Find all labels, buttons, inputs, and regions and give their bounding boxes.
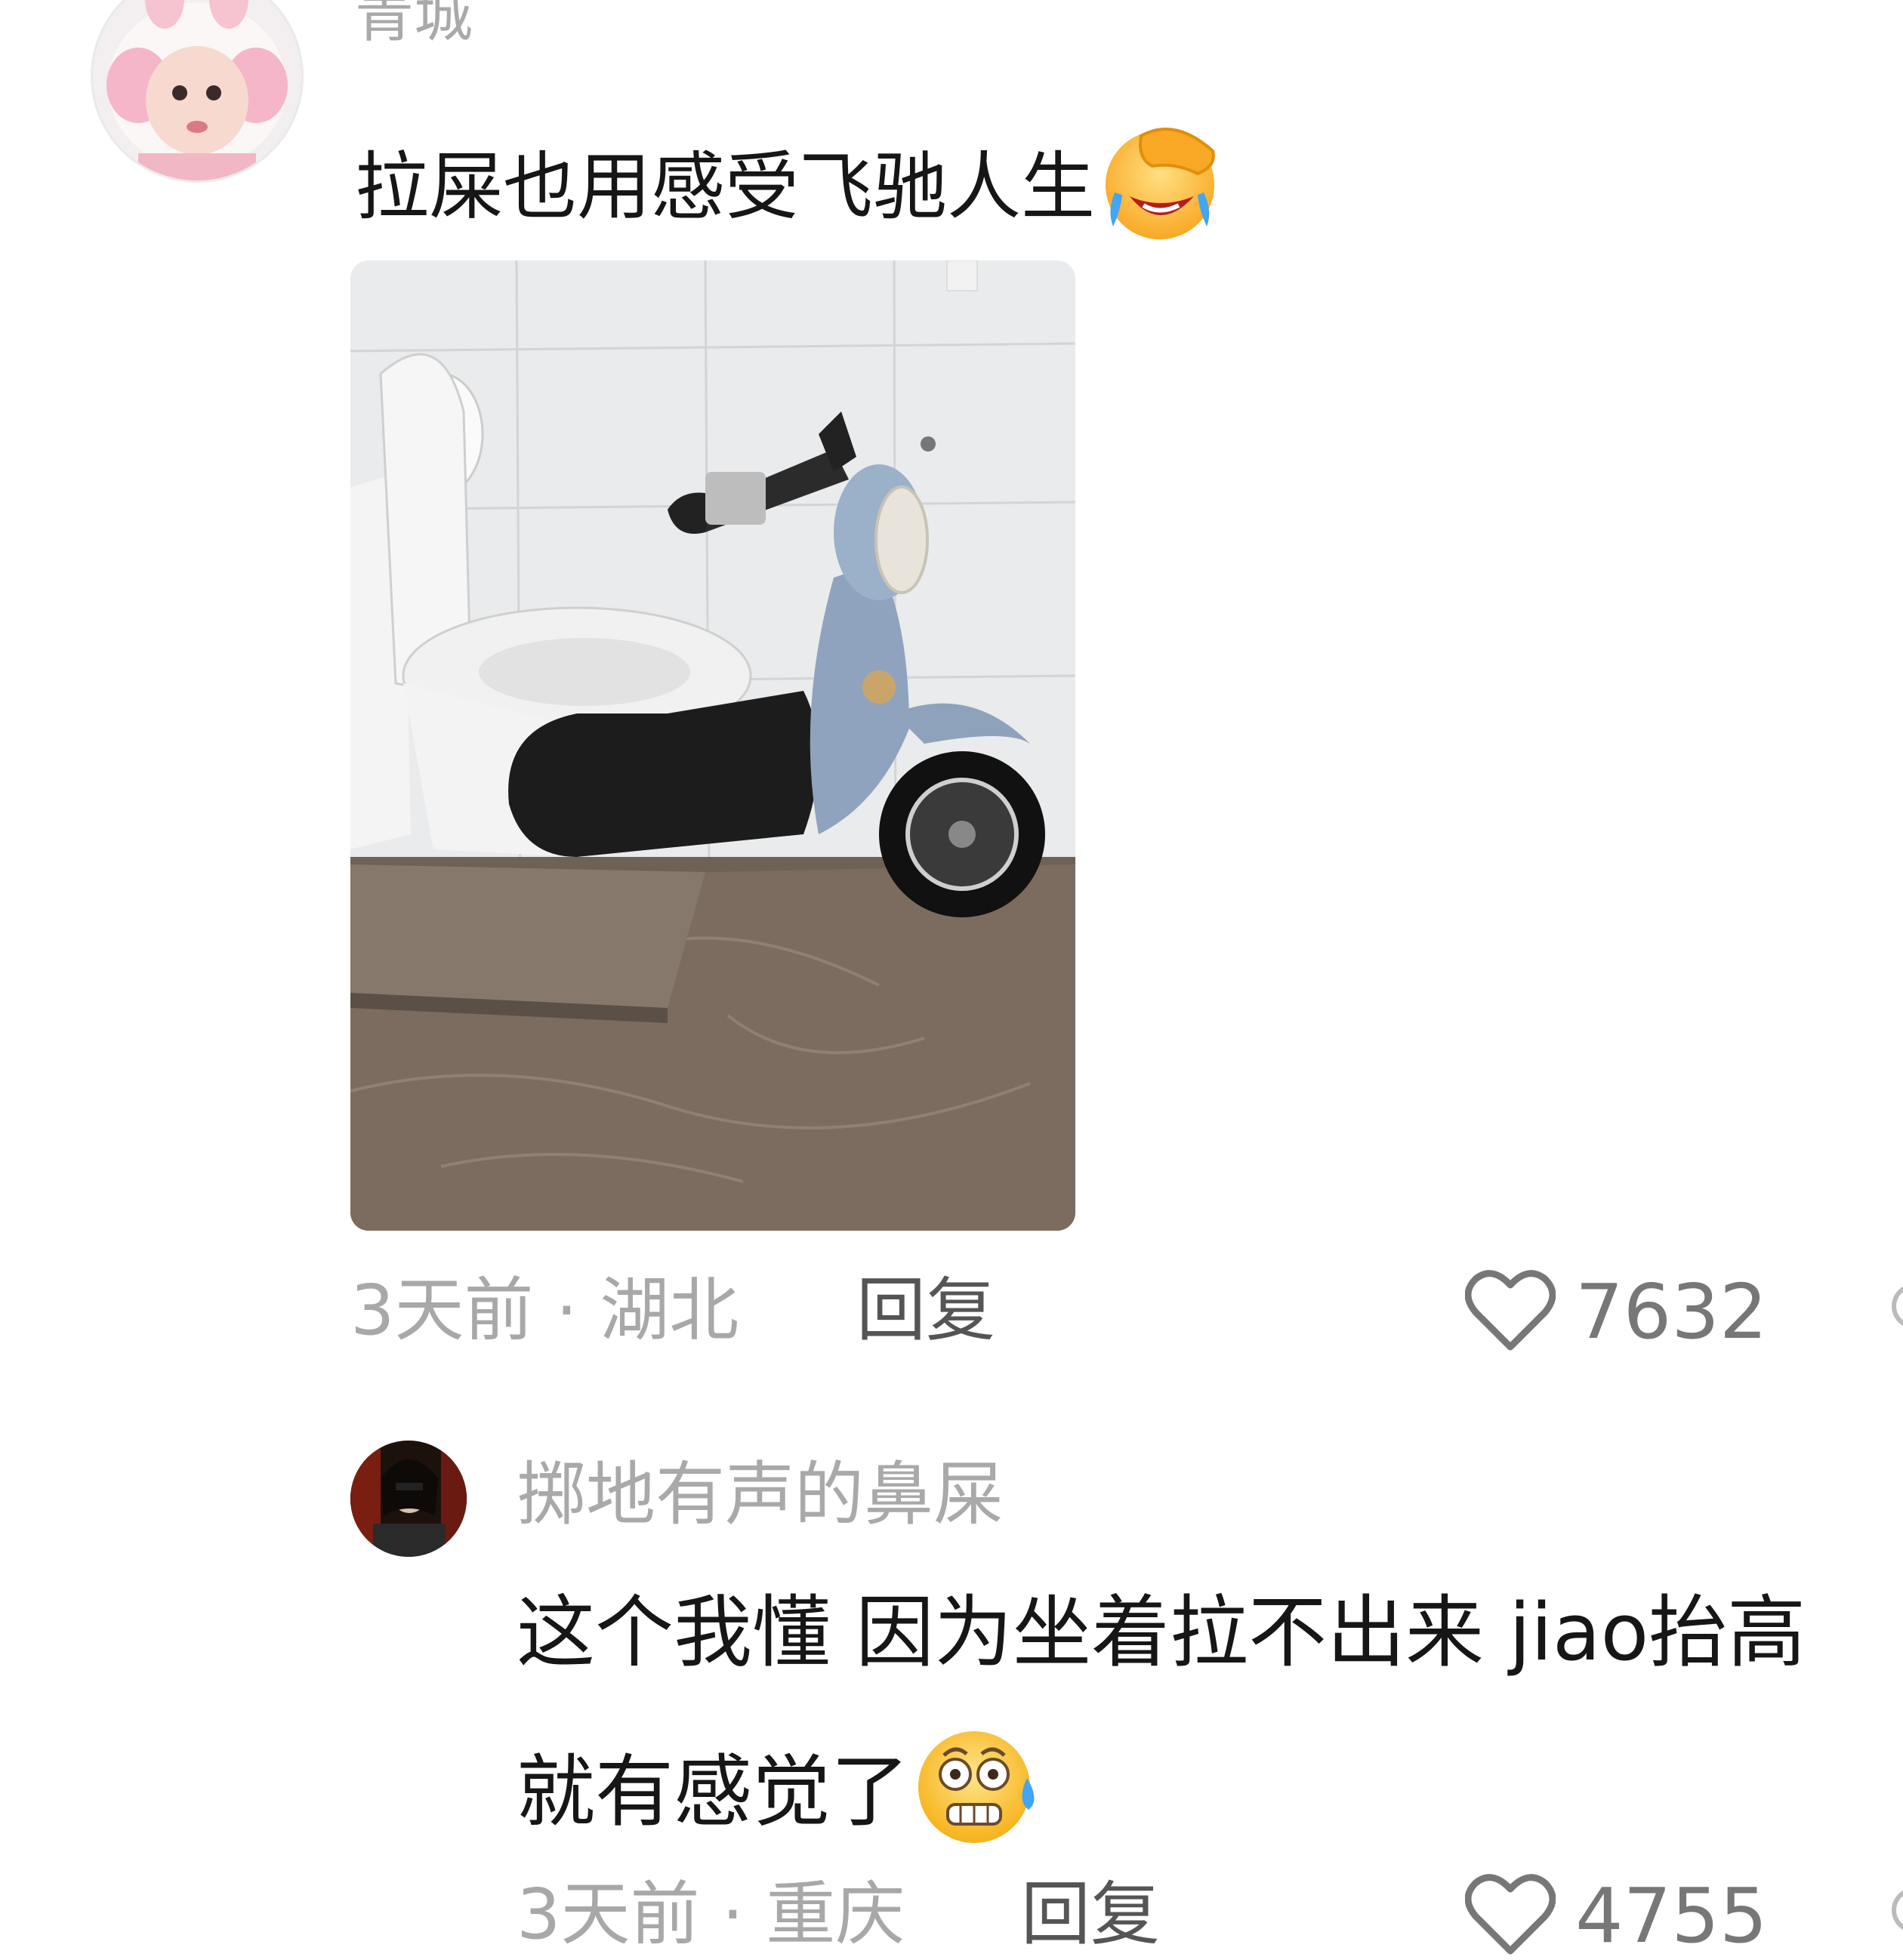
more-icon[interactable] — [1892, 1284, 1903, 1329]
meta-separator: · — [533, 1270, 600, 1351]
comment-image[interactable] — [350, 260, 1075, 1231]
like-count: 4755 — [1575, 1872, 1768, 1960]
meta-separator: · — [699, 1874, 766, 1955]
comment-location: 重庆 — [766, 1874, 905, 1955]
like-count: 7632 — [1575, 1268, 1768, 1356]
avatar-image — [350, 1441, 467, 1557]
nervous-sweat-icon — [914, 1725, 1042, 1858]
comment-meta: 3天前 · 重庆 — [517, 1880, 905, 1949]
comment-text-body: 就有感觉了 — [517, 1746, 910, 1838]
toilet-scooter-photo — [350, 260, 1075, 1231]
heart-icon — [1464, 1872, 1556, 1960]
comment-time: 3天前 — [517, 1874, 700, 1955]
comment-text: 拉屎也用感受飞驰人生 — [355, 121, 1228, 254]
comment-text-body: 拉屎也用感受飞驰人生 — [355, 144, 1096, 230]
heart-icon — [1464, 1268, 1556, 1356]
comment-text-line2: 就有感觉了 — [517, 1725, 1042, 1858]
avatar[interactable] — [350, 1441, 467, 1557]
comment-location: 湖北 — [600, 1270, 739, 1351]
like-button[interactable]: 4755 — [1464, 1872, 1768, 1960]
comment-username[interactable]: 掷地有声的鼻屎 — [517, 1460, 1003, 1530]
avatar-image — [93, 0, 301, 180]
comment-meta: 3天前 · 湖北 — [350, 1276, 739, 1345]
laughing-tears-facepalm-icon — [1100, 121, 1228, 254]
comment-username[interactable]: 青城 — [355, 0, 473, 45]
avatar[interactable] — [91, 0, 304, 183]
more-icon[interactable] — [1892, 1888, 1903, 1933]
reply-button[interactable]: 回复 — [856, 1276, 995, 1345]
comment-text-line1: 这个我懂 因为坐着拉不出来 jiao抬高 — [517, 1586, 1806, 1678]
like-button[interactable]: 7632 — [1464, 1268, 1768, 1356]
comment-time: 3天前 — [350, 1270, 534, 1351]
reply-button[interactable]: 回复 — [1021, 1880, 1160, 1949]
